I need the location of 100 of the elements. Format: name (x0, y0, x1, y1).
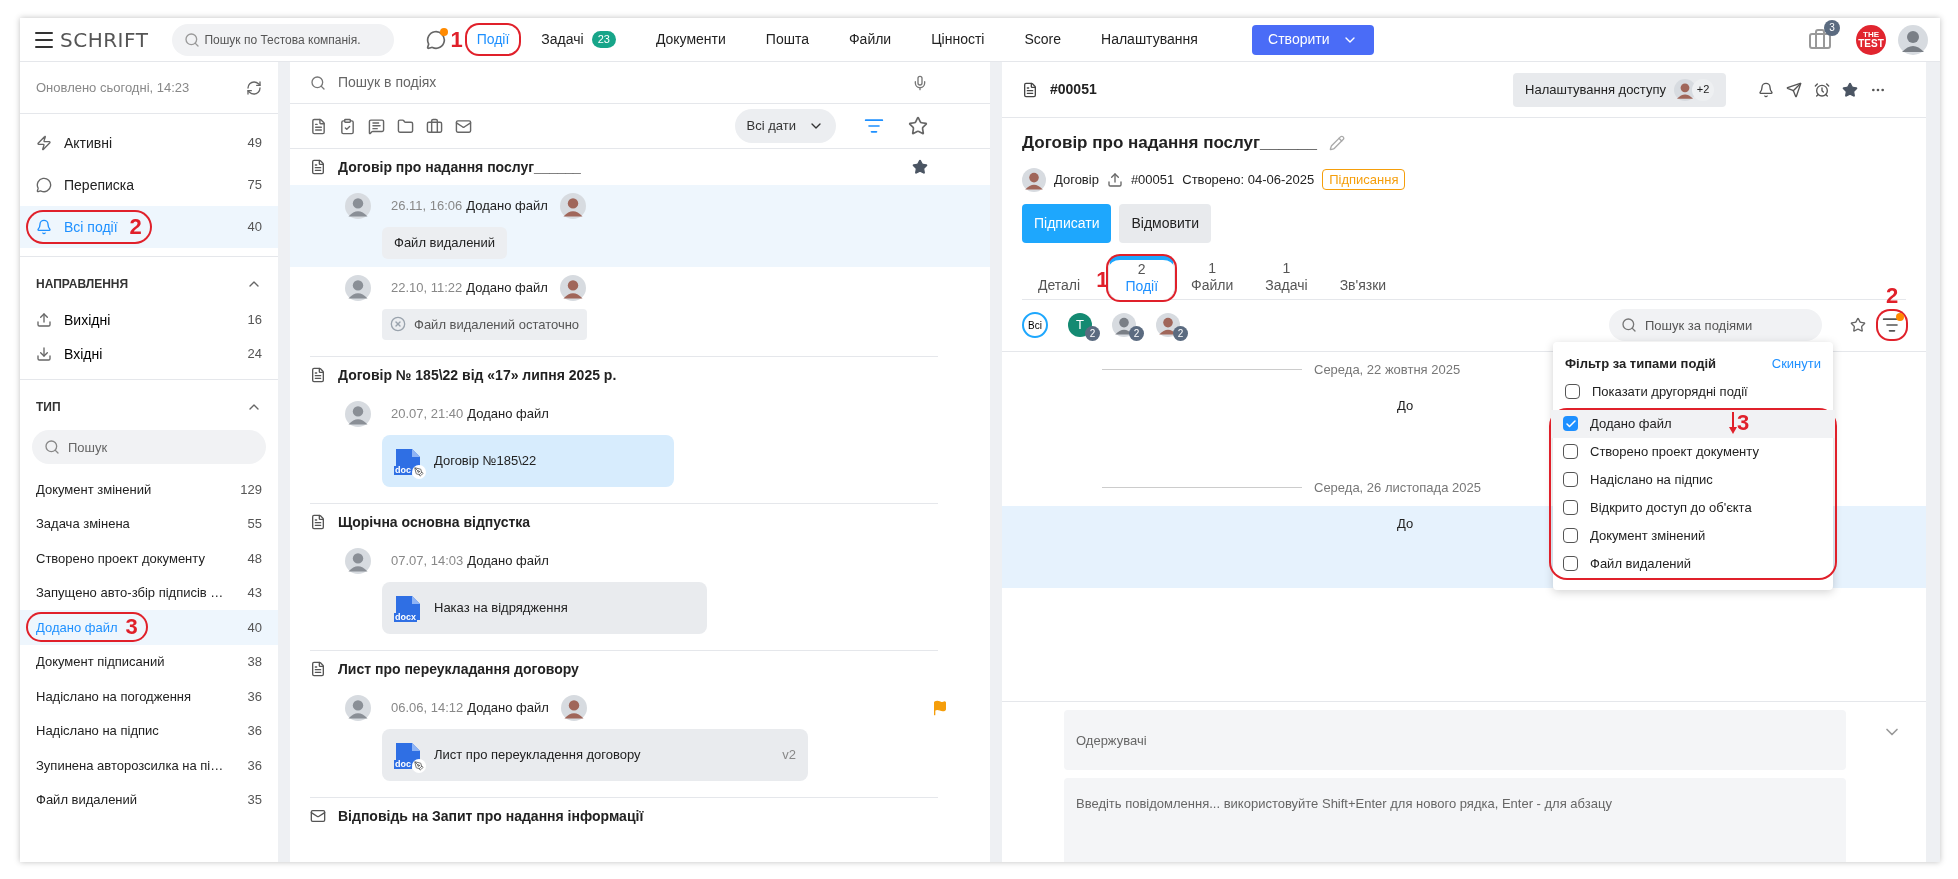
file-card[interactable]: doc Договір №185\22 (382, 435, 674, 487)
filter-option[interactable]: Показати другорядні події (1553, 377, 1833, 406)
event-row[interactable]: 06.06, 14:12 Додано файл doc Лист про переукладення договору v2 (290, 687, 990, 789)
create-button[interactable]: Створити (1251, 24, 1374, 55)
nav-link[interactable]: Пошта (755, 25, 819, 54)
access-settings-button[interactable]: Налаштування доступу +2 (1513, 72, 1726, 107)
count: 129 (240, 480, 262, 499)
sidebar-item[interactable]: Переписка 75 (20, 164, 278, 206)
search-field[interactable]: Пошук за подіями (1609, 309, 1822, 341)
sidebar-item[interactable]: Вхідні 24 (20, 337, 278, 371)
sidebar-item[interactable]: Надіслано на підпис 36 (20, 713, 278, 748)
group-title[interactable]: Лист про переукладання договору (338, 658, 970, 680)
group-title[interactable]: Щорічна основна відпустка (338, 511, 970, 533)
bell-icon[interactable] (1758, 81, 1774, 98)
avatar (1674, 78, 1696, 101)
sidebar-item[interactable]: Документ підписаний 38 (20, 644, 278, 679)
nav-link[interactable]: Документи (645, 25, 736, 54)
nav-link[interactable]: Цінності (921, 25, 995, 54)
company-logo[interactable]: THE TEST (1856, 24, 1886, 55)
sidebar-label: Переписка (64, 175, 135, 195)
document-icon[interactable] (310, 117, 327, 135)
chat-icon[interactable] (426, 29, 447, 50)
search-field[interactable]: Пошук по Тестова компанія. (172, 23, 395, 56)
search-field[interactable]: Пошук (32, 430, 266, 464)
date-filter-dropdown[interactable]: Всі дати (734, 109, 836, 143)
checkbox[interactable] (1565, 384, 1580, 399)
sidebar-item[interactable]: Активні 49 (20, 122, 278, 164)
checkbox[interactable] (1563, 500, 1578, 515)
search-field[interactable]: Пошук в подіях (338, 72, 900, 93)
sidebar-item[interactable]: Запущено авто-збір підписів … 43 (20, 575, 278, 610)
folder-icon[interactable] (397, 117, 414, 135)
file-card[interactable]: doc Лист про переукладення договору v2 (382, 729, 808, 781)
alarm-icon[interactable] (1814, 81, 1830, 98)
star-icon[interactable] (1850, 317, 1866, 333)
mail-icon[interactable] (455, 117, 472, 135)
star-icon[interactable] (912, 159, 928, 175)
tab[interactable]: 1 Файли (1175, 254, 1250, 299)
star-icon[interactable] (1842, 81, 1858, 98)
sidebar-item[interactable]: Створено проект документу 48 (20, 541, 278, 576)
event-row[interactable]: 07.07, 14:03 Додано файл docx Наказ на відрядження (290, 540, 990, 642)
count: 75 (247, 176, 262, 195)
message-field[interactable]: Введіть повідомлення... використовуйте Shift+Enter для нового рядка, Enter - для абзацу (1064, 778, 1846, 862)
clipboard-check-icon[interactable] (339, 117, 356, 135)
sidebar-item[interactable]: Документ змінений 129 (20, 472, 278, 507)
filter-button[interactable] (1878, 311, 1906, 339)
deleted-file-icon (390, 316, 406, 333)
filter-option[interactable]: Файл видалений (1551, 549, 1835, 578)
count-badge: 2 (1173, 326, 1188, 341)
group-title[interactable]: Відповідь на Запит про надання інформації (338, 805, 970, 827)
group-title[interactable]: Договір про надання послуг______ (338, 156, 900, 178)
tab[interactable]: 2 Події (1108, 255, 1176, 300)
nav-link[interactable]: Файли (838, 25, 902, 54)
filter-option[interactable]: Створено проект документу (1551, 437, 1835, 466)
checkbox[interactable] (1563, 416, 1578, 431)
sidebar-item[interactable]: Вихідні 16 (20, 303, 278, 337)
file-version: v2 (782, 746, 796, 765)
checkbox[interactable] (1563, 528, 1578, 543)
event-time: 26.11, 16:06 (391, 197, 463, 216)
filter-icon[interactable] (864, 116, 884, 136)
event-time: 07.07, 14:03 (391, 552, 464, 571)
tab[interactable]: Деталі (1022, 254, 1097, 299)
decline-button[interactable]: Відмовити (1119, 203, 1211, 243)
checkbox[interactable] (1563, 472, 1578, 487)
sidebar-item[interactable]: Задача змінена 55 (20, 506, 278, 541)
sidebar-item[interactable]: Надіслано на погодження 36 (20, 679, 278, 714)
event-row[interactable]: 26.11, 16:06 Додано файл Файл видалений (290, 185, 990, 267)
file-name: Лист про переукладення договору (434, 746, 642, 765)
event-row[interactable]: 20.07, 21:40 Додано файл doc Договір №185\22 (290, 393, 990, 495)
nav-link[interactable]: Score (1014, 25, 1072, 54)
checkbox[interactable] (1563, 444, 1578, 459)
send-icon[interactable] (1786, 81, 1802, 98)
tab[interactable]: 1 Задачі (1249, 254, 1324, 299)
filter-option[interactable]: Документ змінений (1551, 521, 1835, 550)
nav-link[interactable]: Налаштування (1091, 25, 1208, 54)
recipients-field[interactable]: Одержувачі (1064, 710, 1846, 770)
tab-count: 1 (1282, 259, 1291, 277)
timeline-entry[interactable]: До (1002, 505, 1552, 588)
sidebar-item[interactable]: Файл видалений 35 (20, 782, 278, 817)
refresh-icon[interactable] (246, 79, 262, 96)
file-card[interactable]: docx Наказ на відрядження (382, 582, 707, 634)
nav-link[interactable]: Задачі 23 (531, 25, 626, 54)
document-type: Договір (1054, 170, 1099, 189)
sidebar-item[interactable]: Додано файл 3 40 (20, 610, 278, 645)
tab[interactable]: Зв'язки (1323, 254, 1403, 299)
message-icon[interactable] (368, 117, 385, 135)
case-icon[interactable] (426, 117, 443, 135)
sidebar-label: Файл видалений (36, 791, 138, 809)
file-name: Договір №185\22 (434, 452, 538, 471)
microphone-icon[interactable] (912, 74, 928, 91)
filter-option[interactable]: Відкрито доступ до об'єкта (1551, 493, 1835, 522)
sidebar-item[interactable]: Всі події 2 40 (20, 206, 278, 248)
checkbox[interactable] (1563, 556, 1578, 571)
star-icon[interactable] (908, 116, 928, 136)
filter-option[interactable]: Надіслано на підпис (1551, 465, 1835, 494)
sidebar-item[interactable]: Зупинена авторозсилка на пі… 36 (20, 748, 278, 783)
document-file-icon: docx (394, 594, 422, 622)
event-row[interactable]: 22.10, 11:22 Додано файл Файл видалений остаточно (290, 266, 990, 348)
all-participants-button[interactable]: Всі (1022, 312, 1048, 338)
count: 36 (247, 687, 262, 706)
group-title[interactable]: Договір № 185\22 від «17» липня 2025 р. (338, 364, 970, 386)
